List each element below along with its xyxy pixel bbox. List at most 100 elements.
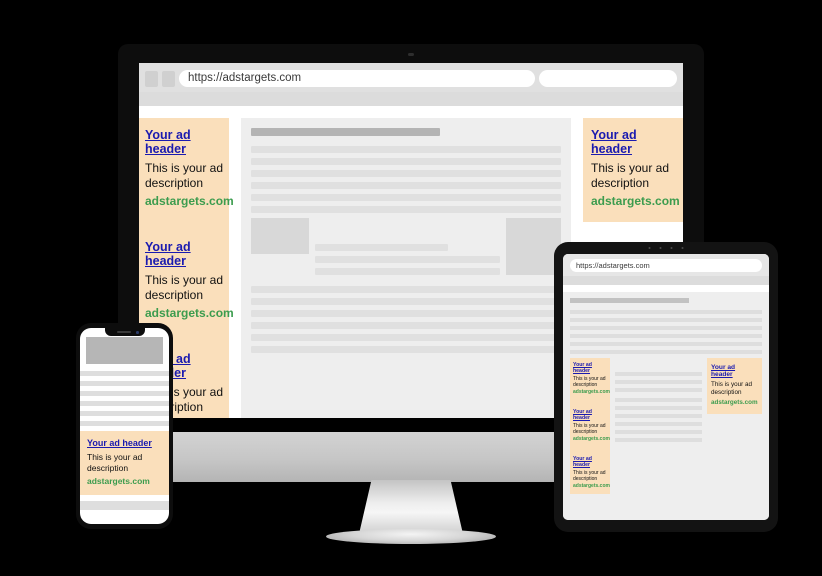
content-line [615,414,702,418]
ad-description: This is your ad description [87,452,143,473]
content-line [615,398,702,402]
content-line [251,334,561,341]
url-input[interactable]: https://adstargets.com [179,70,535,87]
content-line [80,421,169,426]
phone-speaker-icon [116,331,131,333]
content-line [615,422,702,426]
content-line [615,372,702,376]
content-title-placeholder [570,298,690,303]
tablet-page-body: Your ad header This is your ad descripti… [563,292,769,520]
ad-header-link[interactable]: Your ad header [573,362,607,374]
ad-header-link[interactable]: Your ad header [87,438,162,448]
browser-bookmark-bar [139,92,683,106]
ad-description: This is your ad description [573,376,606,388]
ad-display-url: adstargets.com [573,483,610,489]
content-line [570,334,762,338]
content-line [251,170,561,177]
monitor-stand [359,480,463,534]
content-line [615,388,702,392]
content-image-placeholder [251,218,309,254]
content-image-placeholder [506,218,561,275]
phone-notch [104,328,145,336]
ad-display-url: adstargets.com [145,194,234,208]
monitor-camera-icon [408,53,414,56]
content-line [251,310,561,317]
ad-header-link[interactable]: Your ad header [573,456,607,468]
ad-display-url: adstargets.com [145,306,234,320]
content-line [315,244,449,251]
content-line [615,380,702,384]
content-line [80,381,169,386]
ad-placement-illustration: https://adstargets.com Your ad header Th… [0,0,822,576]
content-line [251,194,561,201]
ad-display-url: adstargets.com [573,389,610,395]
content-line [80,391,169,396]
content-line [251,346,561,353]
phone-footer-placeholder [80,501,169,510]
content-line [570,310,762,314]
phone-screen: Your ad header This is your ad descripti… [80,328,169,524]
content-line [251,206,561,213]
content-line [570,342,762,346]
tablet-camera-icon [670,247,673,249]
tablet-sensor-icons [648,247,684,249]
smartphone: Your ad header This is your ad descripti… [76,323,173,529]
content-image-caption-lines [309,218,506,280]
search-input[interactable] [539,70,677,87]
ad-description: This is your ad description [145,161,224,190]
ad-separator [139,220,229,230]
phone-content-lines [80,371,169,426]
content-line [615,438,702,442]
ad-display-url: adstargets.com [711,399,758,406]
content-line [251,158,561,165]
browser-back-button[interactable] [145,70,158,87]
ad-card[interactable]: Your ad header This is your ad descripti… [80,431,169,495]
tablet-screen: https://adstargets.com Your ad header Th… [563,254,769,520]
tablet-center-content [615,358,702,494]
ad-card[interactable]: Your ad header This is your ad descripti… [139,230,234,332]
monitor-base [326,529,496,544]
content-title-placeholder [251,128,441,136]
browser-chrome: https://adstargets.com [139,63,683,106]
content-line [570,326,762,330]
ad-card[interactable]: Your ad header This is your ad descripti… [570,452,610,494]
ad-header-link[interactable]: Your ad header [145,240,229,268]
ad-description: This is your ad description [591,161,670,190]
content-line [80,371,169,376]
content-line [315,268,500,275]
content-line [251,146,561,153]
monitor-article-content [241,118,571,418]
ad-description: This is your ad description [573,423,606,435]
ad-description: This is your ad description [711,381,752,396]
content-line [251,322,561,329]
ad-header-link[interactable]: Your ad header [711,364,758,378]
tablet-right-ad-column: Your ad header This is your ad descripti… [707,358,762,494]
ad-display-url: adstargets.com [87,476,150,486]
tablet-sensor-dot [648,247,651,249]
browser-forward-button[interactable] [162,70,175,87]
ad-card[interactable]: Your ad header This is your ad descripti… [570,358,610,400]
tablet-sensor-dot [659,247,662,249]
content-image-row [251,218,561,280]
content-line [615,430,702,434]
tablet-sensor-dot [681,247,684,249]
ad-card[interactable]: Your ad header This is your ad descripti… [570,405,610,447]
ad-card[interactable]: Your ad header This is your ad descripti… [707,358,762,414]
content-line [315,256,500,263]
content-line [251,298,561,305]
content-line [570,350,762,354]
ad-card[interactable]: Your ad header This is your ad descripti… [139,118,234,220]
ad-card[interactable]: Your ad header This is your ad descripti… [583,118,683,222]
tablet-bookmark-bar [563,276,769,285]
ad-display-url: adstargets.com [591,194,680,208]
content-line [80,411,169,416]
content-line [570,318,762,322]
ad-header-link[interactable]: Your ad header [573,409,607,421]
content-line [251,286,561,293]
ad-header-link[interactable]: Your ad header [591,128,675,156]
content-line [615,406,702,410]
tablet-chrome-spacer [563,285,769,292]
ad-header-link[interactable]: Your ad header [145,128,229,156]
url-input[interactable]: https://adstargets.com [570,259,762,272]
tablet-center-lower-lines [615,398,702,442]
